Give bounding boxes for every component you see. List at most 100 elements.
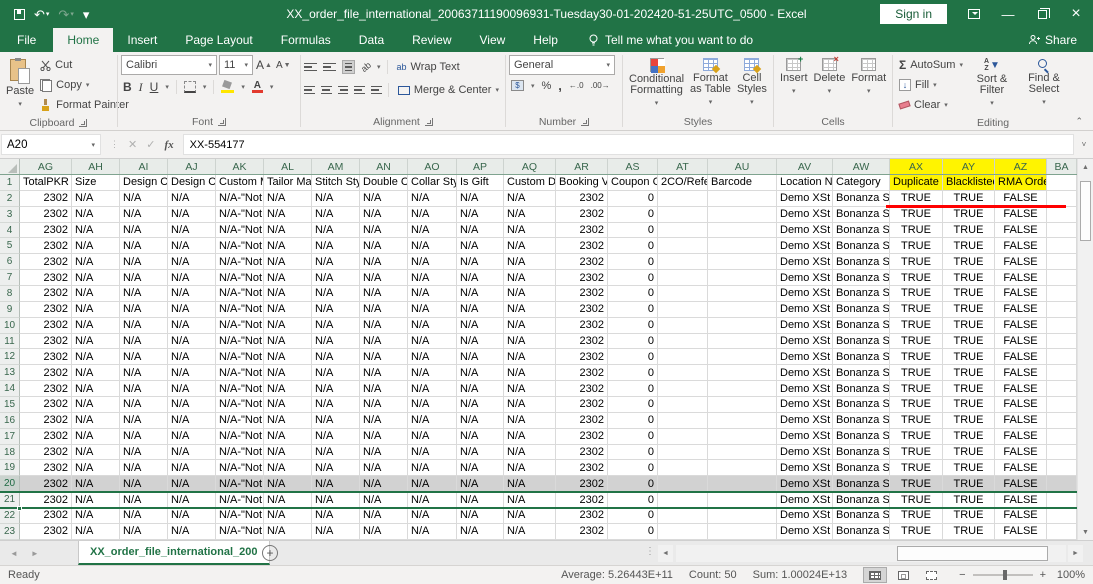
cell-AG8[interactable]: 2302 [20, 286, 72, 302]
cell-AI14[interactable]: N/A [120, 381, 168, 397]
cell-AG18[interactable]: 2302 [20, 445, 72, 461]
save-icon[interactable] [14, 9, 25, 20]
bottom-align-icon[interactable] [342, 60, 355, 75]
cell-AM8[interactable]: N/A [312, 286, 360, 302]
cell-AW4[interactable]: Bonanza S [833, 223, 890, 239]
cell-BA15[interactable] [1047, 397, 1077, 413]
cell-BA10[interactable] [1047, 318, 1077, 334]
cell-AI5[interactable]: N/A [120, 238, 168, 254]
cell-AI2[interactable]: N/A [120, 191, 168, 207]
row-header-4[interactable]: 4 [0, 223, 20, 239]
cell-AS5[interactable]: 0 [608, 238, 658, 254]
cell-AO22[interactable]: N/A [408, 508, 457, 524]
cell-AL19[interactable]: N/A [264, 460, 312, 476]
cell-AH16[interactable]: N/A [72, 413, 120, 429]
cell-AZ18[interactable]: FALSE [995, 445, 1047, 461]
cell-BA5[interactable] [1047, 238, 1077, 254]
cell-AK13[interactable]: N/A-"Not [216, 365, 264, 381]
align-right-icon[interactable] [338, 86, 349, 95]
cell-AK1[interactable]: Custom M [216, 175, 264, 191]
cell-AL6[interactable]: N/A [264, 254, 312, 270]
cell-AZ13[interactable]: FALSE [995, 365, 1047, 381]
cell-AW19[interactable]: Bonanza S [833, 460, 890, 476]
cell-AL13[interactable]: N/A [264, 365, 312, 381]
page-layout-view-button[interactable] [891, 567, 915, 583]
align-center-icon[interactable] [321, 86, 332, 95]
cell-AG6[interactable]: 2302 [20, 254, 72, 270]
cell-AN19[interactable]: N/A [360, 460, 408, 476]
cell-AH10[interactable]: N/A [72, 318, 120, 334]
formula-bar-input[interactable]: XX-554177 [183, 134, 1074, 155]
cell-AO14[interactable]: N/A [408, 381, 457, 397]
cell-AR10[interactable]: 2302 [556, 318, 608, 334]
insert-cells-button[interactable]: + Insert▾ [777, 55, 811, 100]
cell-AW8[interactable]: Bonanza S [833, 286, 890, 302]
conditional-formatting-button[interactable]: Conditional Formatting▾ [626, 55, 687, 112]
cell-AM4[interactable]: N/A [312, 223, 360, 239]
row-header-6[interactable]: 6 [0, 254, 20, 270]
cell-AW17[interactable]: Bonanza S [833, 429, 890, 445]
cell-AX21[interactable]: TRUE [890, 492, 943, 508]
cell-AM15[interactable]: N/A [312, 397, 360, 413]
cell-AS14[interactable]: 0 [608, 381, 658, 397]
cell-AX18[interactable]: TRUE [890, 445, 943, 461]
cell-AR21[interactable]: 2302 [556, 492, 608, 508]
cell-AK11[interactable]: N/A-"Not [216, 334, 264, 350]
cell-AI17[interactable]: N/A [120, 429, 168, 445]
percent-style-button[interactable]: % [542, 80, 552, 92]
cell-AG9[interactable]: 2302 [20, 302, 72, 318]
cell-AQ4[interactable]: N/A [504, 223, 556, 239]
cell-AH12[interactable]: N/A [72, 349, 120, 365]
cell-AS18[interactable]: 0 [608, 445, 658, 461]
cell-AZ16[interactable]: FALSE [995, 413, 1047, 429]
cell-AY15[interactable]: TRUE [943, 397, 995, 413]
cell-AG10[interactable]: 2302 [20, 318, 72, 334]
cell-AR8[interactable]: 2302 [556, 286, 608, 302]
cell-AW13[interactable]: Bonanza S [833, 365, 890, 381]
cell-AZ1[interactable]: RMA Order [995, 175, 1047, 191]
cell-AX14[interactable]: TRUE [890, 381, 943, 397]
cell-AP15[interactable]: N/A [457, 397, 504, 413]
cell-AJ9[interactable]: N/A [168, 302, 216, 318]
cell-AZ5[interactable]: FALSE [995, 238, 1047, 254]
cell-AK22[interactable]: N/A-"Not [216, 508, 264, 524]
cell-AW23[interactable]: Bonanza S [833, 524, 890, 540]
cell-AL14[interactable]: N/A [264, 381, 312, 397]
cell-AK3[interactable]: N/A-"Not [216, 207, 264, 223]
cell-AY19[interactable]: TRUE [943, 460, 995, 476]
cell-AO18[interactable]: N/A [408, 445, 457, 461]
cell-AU20[interactable] [708, 476, 777, 492]
cell-AX7[interactable]: TRUE [890, 270, 943, 286]
cell-AZ11[interactable]: FALSE [995, 334, 1047, 350]
cell-AU18[interactable] [708, 445, 777, 461]
cell-AG2[interactable]: 2302 [20, 191, 72, 207]
row-header-10[interactable]: 10 [0, 318, 20, 334]
cell-AM1[interactable]: Stitch Styl [312, 175, 360, 191]
cell-AJ15[interactable]: N/A [168, 397, 216, 413]
cell-AV12[interactable]: Demo XSt [777, 349, 833, 365]
tab-page-layout[interactable]: Page Layout [171, 28, 266, 52]
cell-AR14[interactable]: 2302 [556, 381, 608, 397]
cell-AX13[interactable]: TRUE [890, 365, 943, 381]
find-select-button[interactable]: Find & Select▾ [1018, 55, 1070, 111]
cell-AN22[interactable]: N/A [360, 508, 408, 524]
cell-AZ10[interactable]: FALSE [995, 318, 1047, 334]
cell-AM5[interactable]: N/A [312, 238, 360, 254]
cell-AZ3[interactable]: FALSE [995, 207, 1047, 223]
column-header-AI[interactable]: AI [120, 159, 168, 174]
grow-font-button[interactable]: A▲ [255, 55, 273, 75]
cell-AV18[interactable]: Demo XSt [777, 445, 833, 461]
row-header-1[interactable]: 1 [0, 175, 20, 191]
cell-AO6[interactable]: N/A [408, 254, 457, 270]
zoom-in-button[interactable]: + [1040, 569, 1046, 581]
cell-AP19[interactable]: N/A [457, 460, 504, 476]
cell-AQ7[interactable]: N/A [504, 270, 556, 286]
cell-AK5[interactable]: N/A-"Not [216, 238, 264, 254]
tab-insert[interactable]: Insert [113, 28, 171, 52]
cell-AP7[interactable]: N/A [457, 270, 504, 286]
cell-AY16[interactable]: TRUE [943, 413, 995, 429]
cell-AW2[interactable]: Bonanza S [833, 191, 890, 207]
cell-AL11[interactable]: N/A [264, 334, 312, 350]
cell-AY14[interactable]: TRUE [943, 381, 995, 397]
cell-AM22[interactable]: N/A [312, 508, 360, 524]
